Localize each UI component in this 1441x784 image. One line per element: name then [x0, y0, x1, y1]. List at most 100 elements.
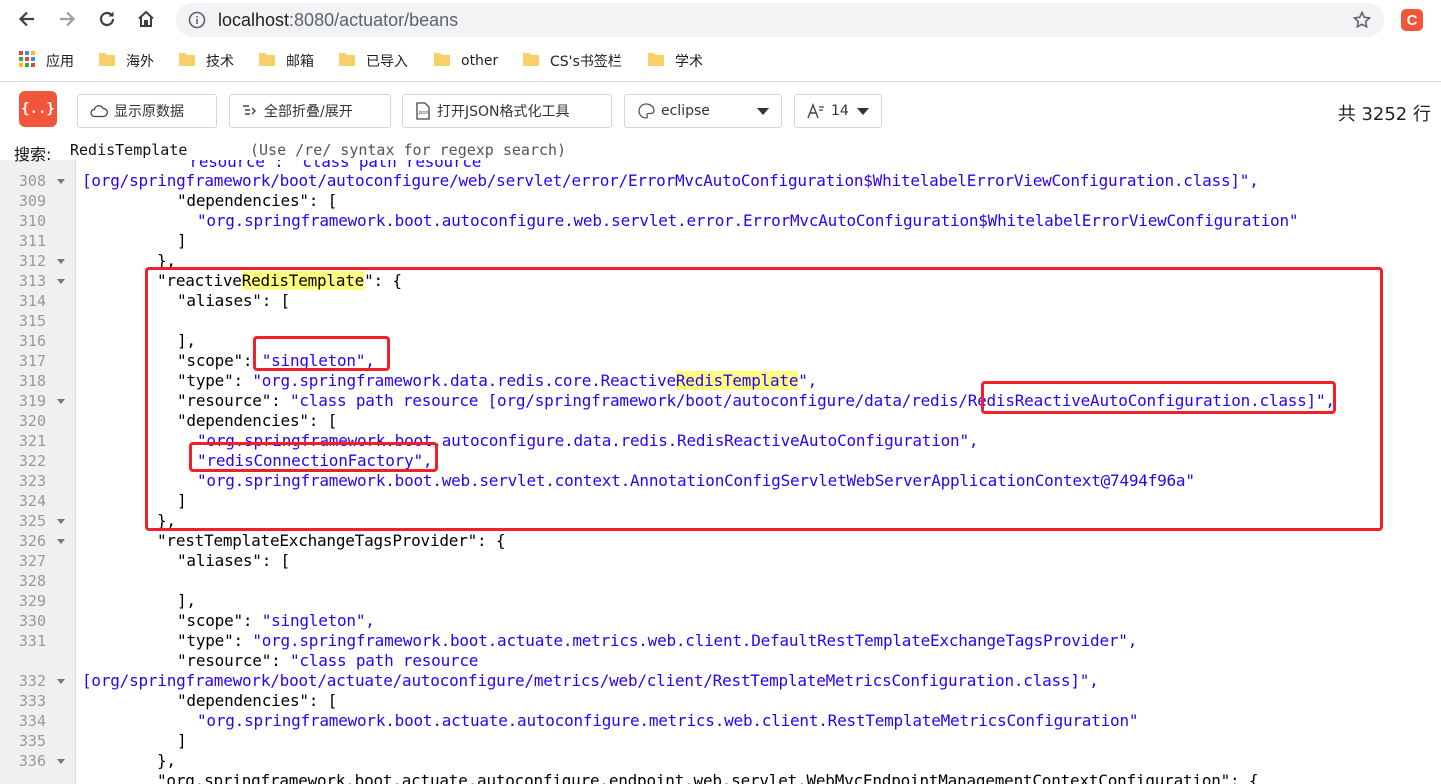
code-line: "type": "org.springframework.boot.actuat…: [177, 631, 1138, 650]
bookmark-star-icon[interactable]: [1352, 10, 1372, 34]
bookmark-label: 已导入: [366, 54, 408, 70]
reload-button[interactable]: [92, 4, 122, 34]
code-line: ]: [177, 731, 187, 750]
forward-button[interactable]: [52, 4, 82, 34]
line-number: 312: [18, 252, 46, 270]
fold-toggle-icon[interactable]: [57, 519, 65, 524]
info-icon[interactable]: [188, 11, 206, 33]
fold-toggle-icon[interactable]: [57, 679, 65, 684]
search-label: 搜索:: [14, 145, 52, 164]
line-number: 328: [18, 572, 46, 590]
show-raw-label: 显示原数据: [114, 104, 184, 120]
line-number-gutter: 308 309 310 311 312 313 314 315 316 317 318 319 320 3…: [0, 160, 76, 784]
line-number: 319: [18, 392, 46, 410]
line-number: 318: [18, 372, 46, 390]
back-button[interactable]: [12, 4, 42, 34]
bookmark-folder[interactable]: 学术: [647, 50, 703, 72]
search-input[interactable]: [70, 140, 240, 160]
code-line: },: [157, 751, 176, 770]
line-number: 330: [18, 612, 46, 630]
code-line: "dependencies": [: [177, 691, 338, 710]
address-bar[interactable]: localhost:8080/actuator/beans: [176, 3, 1384, 37]
json-format-tool-label: 打开JSON格式化工具: [437, 104, 570, 120]
bookmark-folder[interactable]: 邮箱: [258, 50, 314, 72]
code-line: "restTemplateExchangeTagsProvider": {: [157, 531, 506, 550]
search-hint: (Use /re/ syntax for regexp search): [250, 141, 567, 159]
code-line: "resource": "class path resource: [177, 651, 479, 670]
extension-c-button[interactable]: C: [1401, 9, 1423, 31]
line-number: 310: [18, 212, 46, 230]
reload-icon: [99, 11, 115, 27]
url-text[interactable]: localhost:8080/actuator/beans: [218, 10, 458, 31]
code-line: ]: [177, 231, 187, 250]
fold-toggle-icon[interactable]: [57, 759, 65, 764]
palette-icon: [637, 103, 655, 119]
bookmark-label: 海外: [126, 54, 154, 70]
bookmark-folder[interactable]: other: [433, 50, 498, 72]
line-number: 325: [18, 512, 46, 530]
chevron-down-icon: [857, 108, 869, 115]
fold-toggle-icon[interactable]: [57, 279, 65, 284]
code-line: "org.springframework.boot.actuate.autoco…: [157, 771, 1259, 784]
fold-toggle-icon[interactable]: [57, 179, 65, 184]
json-file-icon: json: [415, 102, 431, 120]
bookmark-folder[interactable]: 技术: [178, 50, 234, 72]
bookmark-label: 邮箱: [286, 54, 314, 70]
code-line: "org.springframework.boot.autoconfigure.…: [197, 431, 979, 450]
search-match: RedisTemplate: [241, 271, 365, 290]
line-number: 331: [18, 632, 46, 650]
apps-grid-icon: [18, 50, 36, 72]
cloud-icon: [90, 104, 108, 118]
line-number: 336: [18, 752, 46, 770]
font-size-select[interactable]: 14: [794, 94, 882, 128]
folder-icon: [338, 51, 356, 71]
line-number: 322: [18, 452, 46, 470]
line-count: 共 3252 行: [1337, 104, 1431, 125]
bookmark-apps[interactable]: 应用: [18, 50, 74, 72]
folder-icon: [647, 51, 665, 71]
line-number: 326: [18, 532, 46, 550]
svg-text:json: json: [418, 110, 429, 116]
code-line: ],: [177, 331, 196, 350]
code-line: "aliases": [: [177, 291, 290, 310]
line-number: 311: [18, 232, 46, 250]
line-number: 320: [18, 412, 46, 430]
bookmark-folder[interactable]: CS's书签栏: [522, 50, 622, 72]
code-line: "org.springframework.boot.actuate.autoco…: [197, 711, 1139, 730]
json-format-tool-button[interactable]: json 打开JSON格式化工具: [402, 94, 612, 128]
theme-select[interactable]: eclipse: [624, 94, 782, 128]
line-number: 323: [18, 472, 46, 490]
home-button[interactable]: [131, 4, 161, 34]
toggle-fold-button[interactable]: 全部折叠/展开: [229, 94, 391, 128]
bookmark-label: 学术: [675, 54, 703, 70]
theme-value: eclipse: [661, 103, 710, 119]
line-number: 317: [18, 352, 46, 370]
json-viewer-logo[interactable]: {..}: [19, 91, 57, 127]
folder-icon: [178, 51, 196, 71]
code-line: "aliases": [: [177, 551, 290, 570]
search-match: RedisTemplate: [675, 371, 799, 390]
fold-toggle-icon[interactable]: [57, 399, 65, 404]
font-size-value: 14: [831, 103, 849, 119]
font-size-icon: [807, 103, 825, 119]
fold-toggle-icon[interactable]: [57, 539, 65, 544]
folder-icon: [258, 51, 276, 71]
fold-toggle-icon[interactable]: [57, 259, 65, 264]
line-number: 327: [18, 552, 46, 570]
bookmark-folder[interactable]: 已导入: [338, 50, 408, 72]
line-number: 316: [18, 332, 46, 350]
show-raw-button[interactable]: 显示原数据: [77, 94, 217, 128]
line-number: 329: [18, 592, 46, 610]
arrow-right-icon: [60, 11, 76, 27]
folder-icon: [433, 51, 451, 71]
json-code-view[interactable]: 308 309 310 311 312 313 314 315 316 317 318 319 320 3…: [0, 160, 1441, 784]
line-number: 314: [18, 292, 46, 310]
folder-icon: [98, 51, 116, 71]
code-line: "type": "org.springframework.data.redis.…: [177, 371, 818, 390]
arrow-left-icon: [18, 11, 34, 27]
bookmark-folder[interactable]: 海外: [98, 50, 154, 72]
code-line: "redisConnectionFactory",: [197, 451, 433, 470]
code-line: "org.springframework.boot.autoconfigure.…: [197, 211, 1299, 230]
line-number: 335: [18, 732, 46, 750]
home-icon: [138, 10, 154, 27]
